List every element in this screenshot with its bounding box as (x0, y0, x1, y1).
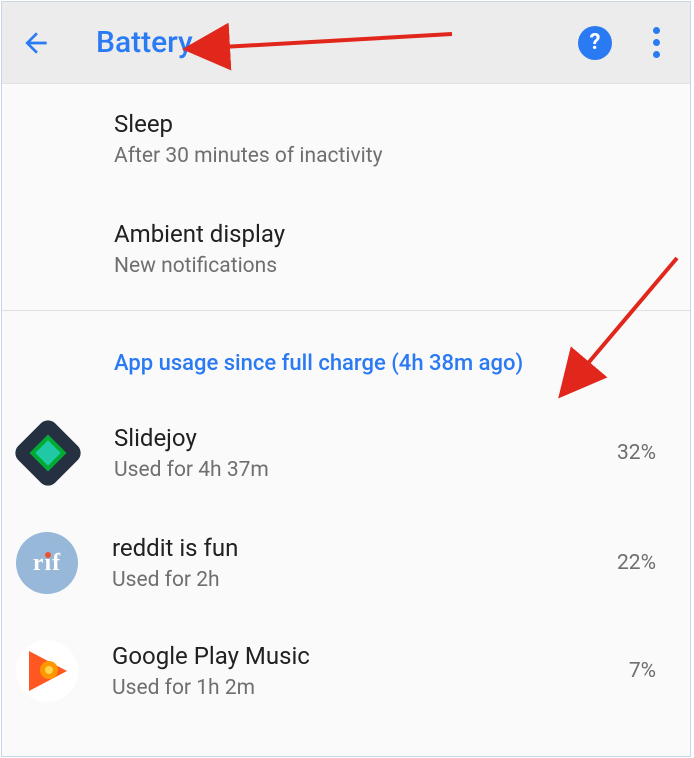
dot-icon (653, 39, 660, 46)
app-percent: 7% (629, 659, 656, 683)
help-button[interactable]: ? (578, 26, 612, 60)
setting-subtitle: After 30 minutes of inactivity (114, 144, 666, 168)
app-percent: 32% (617, 441, 656, 465)
dot-icon (653, 27, 660, 34)
section-header-app-usage: App usage since full charge (4h 38m ago) (2, 311, 690, 398)
setting-row-ambient[interactable]: Ambient display New notifications (2, 198, 690, 310)
app-percent: 22% (617, 551, 656, 575)
setting-title: Ambient display (114, 220, 666, 248)
overflow-menu-button[interactable] (642, 19, 670, 66)
app-usage: Used for 4h 37m (114, 458, 617, 482)
setting-title: Sleep (114, 110, 666, 138)
app-name: Google Play Music (112, 642, 629, 670)
app-usage: Used for 2h (112, 568, 617, 592)
setting-row-sleep[interactable]: Sleep After 30 minutes of inactivity (2, 84, 690, 198)
page-title: Battery (96, 25, 193, 60)
reddit-is-fun-icon: rif (16, 532, 78, 594)
app-bar: Battery ? (2, 2, 690, 84)
app-name: Slidejoy (114, 424, 617, 452)
back-button[interactable] (10, 17, 62, 69)
google-play-music-icon (16, 640, 78, 702)
dot-icon (653, 51, 660, 58)
arrow-back-icon (20, 27, 52, 59)
app-usage: Used for 1h 2m (112, 676, 629, 700)
app-usage-row-rif[interactable]: rif reddit is fun Used for 2h 22% (2, 508, 690, 618)
app-name: reddit is fun (112, 534, 617, 562)
slidejoy-icon (11, 416, 85, 490)
help-icon: ? (590, 30, 601, 55)
setting-subtitle: New notifications (114, 254, 666, 278)
app-usage-row-gpm[interactable]: Google Play Music Used for 1h 2m 7% (2, 618, 690, 704)
app-usage-row-slidejoy[interactable]: Slidejoy Used for 4h 37m 32% (2, 398, 690, 508)
